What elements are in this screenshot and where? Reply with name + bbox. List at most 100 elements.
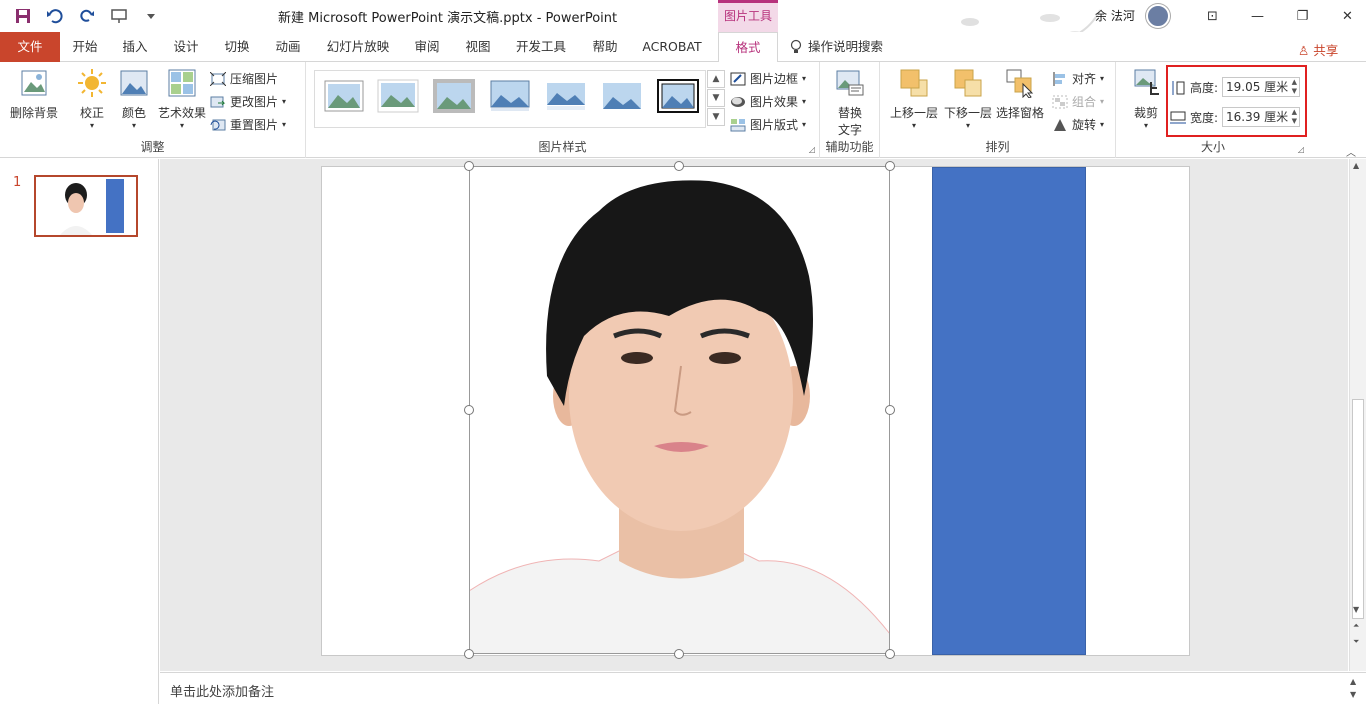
picture-border-button[interactable]: 图片边框 ▾ [730,70,806,87]
tab-format[interactable]: 格式 [718,32,778,63]
change-picture-button[interactable]: 更改图片 ▾ [210,93,286,110]
picture-border-label: 图片边框 [750,72,799,86]
slide-thumbnail-1[interactable] [34,175,138,237]
portrait-photo[interactable] [469,166,890,654]
styles-dialog-launcher-icon[interactable]: ◿ [809,145,815,154]
picture-layout-label: 图片版式 [750,118,799,132]
crop-button[interactable]: 裁剪 ▾ [1128,68,1164,130]
picture-layout-icon [730,118,746,131]
reset-picture-button[interactable]: 重置图片 ▾ [210,116,286,133]
resize-handle-right[interactable] [885,405,895,415]
restore-icon[interactable]: ❐ [1280,0,1325,32]
resize-handle-left[interactable] [464,405,474,415]
send-backward-button[interactable]: 下移一层 ▾ [942,68,994,130]
tab-animations[interactable]: 动画 [265,32,311,62]
gallery-more-icon[interactable]: ▼ [707,108,725,126]
width-input[interactable]: 16.39 厘米 ▲ ▼ [1222,107,1300,127]
picture-tools-context-tab: 图片工具 [718,0,778,32]
scroll-up-icon[interactable]: ▲ [1353,161,1359,170]
tab-insert[interactable]: 插入 [112,32,158,62]
adjust-group-label: 调整 [140,140,165,154]
collapse-ribbon-icon[interactable]: ︿ [1346,144,1356,159]
share-button[interactable]: ♙ 共享 [1298,40,1338,59]
gallery-up-icon[interactable]: ▲ [707,70,725,88]
tell-me-search[interactable]: 操作说明搜索 [790,32,900,62]
align-button[interactable]: 对齐 ▾ [1052,70,1104,87]
rotate-button[interactable]: 旋转 ▾ [1052,116,1104,133]
rotate-label: 旋转 [1072,118,1097,132]
alt-text-label-1: 替换 [837,106,862,120]
artistic-effects-button[interactable]: 艺术效果 ▾ [154,68,210,130]
height-spinner[interactable]: ▲ ▼ [1292,78,1297,96]
bring-forward-button[interactable]: 上移一层 ▾ [888,68,940,130]
height-value: 19.05 厘米 [1226,80,1289,94]
group-label: 组合 [1072,95,1097,109]
tab-view[interactable]: 视图 [455,32,501,62]
previous-slide-icon[interactable]: ⏶ [1353,621,1359,631]
slide-thumbnail-pane [0,159,159,704]
picture-layout-button[interactable]: 图片版式 ▾ [730,116,806,133]
user-name[interactable]: 余 法河 [1095,7,1135,24]
scrollbar-thumb[interactable] [1352,399,1364,619]
share-label: 共享 [1313,43,1339,58]
gallery-down-icon[interactable]: ▼ [707,89,725,107]
redo-icon[interactable] [76,6,98,26]
resize-handle-top[interactable] [674,161,684,171]
tab-review[interactable]: 审阅 [404,32,450,62]
style-thumb-1[interactable] [323,79,365,113]
undo-icon[interactable] [44,6,66,26]
notes-scroll-icon[interactable]: ▲ ▼ [1350,675,1356,701]
reset-picture-icon [210,119,226,130]
next-slide-icon[interactable]: ⏷ [1353,637,1359,647]
color-button[interactable]: 颜色 ▾ [114,68,154,130]
present-icon[interactable] [108,6,130,26]
width-spinner[interactable]: ▲ ▼ [1292,108,1297,126]
resize-handle-top-left[interactable] [464,161,474,171]
style-thumb-3[interactable] [433,79,475,113]
tab-developer[interactable]: 开发工具 [508,32,574,62]
height-input[interactable]: 19.05 厘米 ▲ ▼ [1222,77,1300,97]
resize-handle-top-right[interactable] [885,161,895,171]
tell-me-label: 操作说明搜索 [808,39,884,54]
minimize-icon[interactable]: — [1235,0,1280,32]
close-icon[interactable]: ✕ [1325,0,1366,32]
tab-file[interactable]: 文件 [0,32,60,62]
picture-styles-gallery [314,70,706,128]
tab-help[interactable]: 帮助 [582,32,628,62]
style-thumb-4[interactable] [489,79,531,113]
bring-forward-icon [900,69,928,97]
tab-home[interactable]: 开始 [62,32,108,62]
resize-handle-bottom-right[interactable] [885,649,895,659]
remove-background-button[interactable]: 删除背景 [6,68,62,121]
tab-design[interactable]: 设计 [163,32,209,62]
compress-pictures-button[interactable]: 压缩图片 [210,70,278,87]
tab-acrobat[interactable]: ACROBAT [636,32,708,62]
size-dialog-launcher-icon[interactable]: ◿ [1298,145,1304,154]
customize-qat-icon[interactable] [140,6,162,26]
notes-pane[interactable]: 单击此处添加备注 ▲ ▼ [160,672,1366,704]
style-thumb-5[interactable] [545,79,587,113]
selection-pane-button[interactable]: 选择窗格 [994,68,1046,121]
group-button[interactable]: 组合 ▾ [1052,93,1104,110]
alt-text-button[interactable]: 替换 文字 [828,68,872,138]
tab-transitions[interactable]: 切换 [214,32,260,62]
scroll-down-icon[interactable]: ▼ [1353,605,1359,614]
avatar[interactable] [1146,4,1170,28]
corrections-button[interactable]: 校正 ▾ [72,68,112,130]
picture-effects-button[interactable]: 图片效果 ▾ [730,93,806,110]
compress-icon [210,71,226,86]
tab-slideshow[interactable]: 幻灯片放映 [320,32,396,62]
blue-rectangle-shape[interactable] [932,167,1086,655]
vertical-scrollbar[interactable]: ▲ ▼ ⏶ ⏷ [1349,159,1366,671]
height-label: 高度: [1190,81,1219,95]
style-thumb-6[interactable] [601,79,643,113]
send-backward-icon [954,69,982,97]
style-thumb-7[interactable] [657,79,699,113]
corrections-label: 校正 [79,106,104,120]
resize-handle-bottom[interactable] [674,649,684,659]
save-icon[interactable] [12,6,34,26]
style-thumb-2[interactable] [377,79,419,113]
ribbon-display-icon[interactable]: ⊡ [1190,0,1235,32]
align-label: 对齐 [1072,72,1097,86]
resize-handle-bottom-left[interactable] [464,649,474,659]
